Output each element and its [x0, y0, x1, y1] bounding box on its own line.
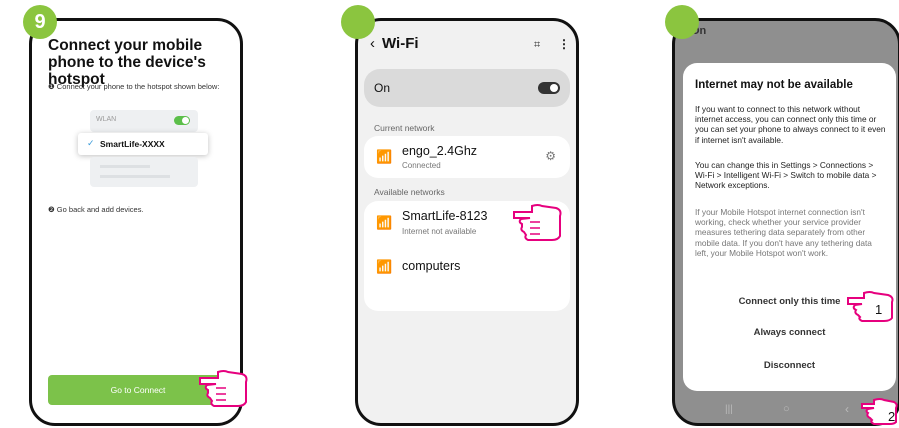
wifi-toggle-switch[interactable] — [538, 82, 560, 94]
internet-warning-dialog: Internet may not be available If you wan… — [683, 63, 896, 391]
pointing-hand-icon-3 — [847, 291, 894, 322]
pointing-hand-icon — [199, 370, 248, 407]
check-icon: ✓ — [87, 138, 95, 148]
step-marker-2: 2 — [888, 409, 896, 424]
recent-apps-icon[interactable]: ||| — [725, 404, 733, 415]
always-connect-button[interactable]: Always connect — [683, 327, 896, 338]
wifi-icon: 📶 — [376, 215, 393, 230]
instruction-connect: ❶ Connect your phone to the hotspot show… — [48, 82, 220, 91]
available-networks-heading: Available networks — [374, 187, 445, 197]
wifi-lock-icon-2: 📶 — [376, 259, 393, 274]
disconnect-button[interactable]: Disconnect — [683, 360, 896, 371]
page-title: Connect your mobile phone to the device'… — [48, 37, 206, 88]
phone-screen-1: Connect your mobile phone to the device'… — [29, 18, 243, 426]
step-marker-1: 1 — [875, 302, 883, 317]
network-name: SmartLife-8123 — [402, 209, 488, 223]
home-icon[interactable]: ○ — [783, 403, 790, 415]
current-network-heading: Current network — [374, 123, 435, 133]
settings-icon[interactable]: ⚙ — [545, 149, 556, 163]
wifi-lock-icon: 📶 — [376, 149, 393, 164]
network-placeholder-card — [90, 157, 198, 187]
wlan-label: WLAN — [96, 116, 117, 123]
step-badge-3 — [665, 5, 699, 39]
wifi-toggle-row[interactable]: On — [364, 69, 570, 107]
step-badge-2 — [341, 5, 375, 39]
wifi-toggle-label: On — [374, 81, 391, 95]
more-options-icon[interactable]: ⋮ — [558, 37, 570, 51]
selected-network-name: SmartLife-XXXX — [100, 139, 165, 149]
selected-network-card: ✓ SmartLife-XXXX — [78, 133, 208, 155]
dialog-paragraph-1: If you want to connect to this network w… — [695, 104, 886, 145]
instruction-add-devices: ❷ Go back and add devices. — [48, 205, 144, 214]
wifi-title: Wi-Fi — [382, 35, 419, 52]
wlan-toggle — [174, 116, 190, 125]
pointing-hand-icon-2 — [513, 204, 562, 241]
current-network-row[interactable]: 📶 engo_2.4Ghz Connected ⚙ — [364, 136, 570, 178]
dialog-title: Internet may not be available — [695, 79, 853, 91]
back-icon[interactable]: ‹ — [370, 35, 375, 52]
scan-icon[interactable]: ⌗ — [534, 39, 540, 52]
dialog-paragraph-3: If your Mobile Hotspot internet connecti… — [695, 207, 872, 258]
network-row-computers[interactable]: 📶 computers — [364, 251, 570, 291]
phone-screen-3: On Internet may not be available If you … — [672, 18, 899, 426]
step-badge: 9 — [23, 5, 57, 39]
dialog-paragraph-2: You can change this in Settings > Connec… — [695, 160, 877, 191]
current-network-status: Connected — [402, 161, 441, 170]
wlan-card: WLAN — [90, 110, 198, 132]
network-status: Internet not available — [402, 227, 477, 236]
current-network-name: engo_2.4Ghz — [402, 144, 478, 158]
network-name-computers: computers — [402, 259, 461, 273]
back-nav-icon[interactable]: ‹ — [845, 402, 849, 416]
